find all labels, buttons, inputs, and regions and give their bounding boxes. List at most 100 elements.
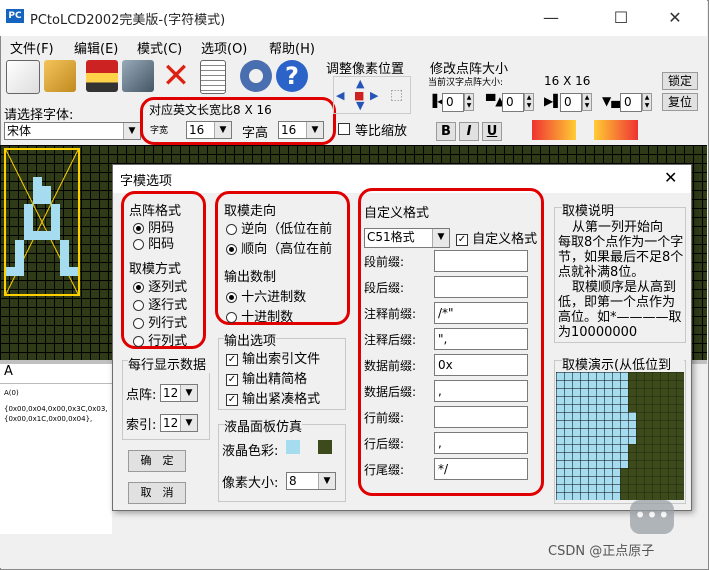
radio-dot [133, 282, 144, 293]
radio-label: 逐行式 [148, 298, 188, 313]
height-select-value: 16 [281, 123, 297, 137]
save-icon[interactable] [86, 60, 118, 92]
custom-field-label: 注释前缀: [364, 307, 417, 321]
arrow-right-icon[interactable]: ▶ [370, 89, 378, 102]
radio-positive[interactable]: 阳码 [133, 233, 174, 252]
app-icon: PC [6, 9, 24, 23]
italic-button[interactable]: I [459, 122, 479, 141]
radio-label: 逆向（低位在前 [241, 222, 333, 237]
right-stepper-spin[interactable]: ▲ ▼ [582, 93, 592, 111]
chevron-down-icon: ▼ [214, 122, 231, 138]
explain-title: 取模说明 [562, 200, 615, 219]
gear-icon[interactable] [240, 60, 272, 92]
radio-column-row[interactable]: 列行式 [133, 312, 187, 331]
chevron-down-icon: ▼ [123, 123, 140, 139]
font-select[interactable]: 宋体 ▼ [4, 122, 141, 140]
check-compact[interactable]: ✓ 输出紧凑格式 [226, 388, 342, 407]
menu-options[interactable]: 选项(O) [201, 38, 247, 57]
help-icon[interactable]: ? [276, 60, 308, 92]
custom-field-input[interactable]: /*" [434, 302, 528, 324]
arrow-down-icon[interactable]: ▼ [356, 99, 364, 112]
radio-label: 十进制数 [241, 310, 294, 325]
bottom-stepper-spin[interactable]: ▲ ▼ [642, 93, 652, 111]
left-stepper-spin[interactable]: ▲ ▼ [464, 93, 474, 111]
custom-field-input[interactable] [434, 406, 528, 428]
radio-forward[interactable]: 顺向（高位在前 [226, 238, 344, 257]
pixel-size-select[interactable]: 8 ▼ [286, 472, 336, 490]
lcd-light-color-swatch[interactable] [286, 440, 300, 454]
adjust-title: 调整像素位置 [326, 62, 405, 77]
open-folder-icon[interactable] [44, 60, 76, 92]
custom-field-input[interactable]: */ [434, 458, 528, 480]
output-text[interactable]: A(0) {0x00,0x04,0x00,0x3C,0x03, {0x00,0x… [0, 384, 112, 534]
height-select[interactable]: 16 ▼ [278, 121, 324, 139]
bold-button[interactable]: B [436, 122, 456, 141]
restore-button[interactable]: 复位 [662, 93, 698, 111]
current-size-value: 16 X 16 [544, 74, 591, 88]
ok-button[interactable]: 确 定 [128, 450, 186, 472]
rotate-icon[interactable] [532, 120, 576, 140]
radio-hex[interactable]: 十六进制数 [226, 286, 306, 305]
chevron-down-icon: ▼ [180, 415, 197, 431]
menu-edit[interactable]: 编辑(E) [74, 38, 118, 57]
custom-field-label: 注释后缀: [364, 333, 417, 347]
radio-column[interactable]: 逐列式 [133, 276, 187, 295]
maximize-button[interactable]: ☐ [598, 4, 644, 32]
number-format-title: 输出数制 [224, 270, 277, 285]
height-label: 字高 [242, 126, 269, 141]
check-simplified[interactable]: ✓ 输出精简格 [226, 368, 307, 387]
left-stepper-input[interactable]: 0 [442, 93, 464, 112]
custom-field-input[interactable] [434, 276, 528, 298]
adjust-arrows: ▲ ◀ ■ ▶ ▼ ⬚ [333, 76, 411, 114]
format-select[interactable]: C51格式 ▼ [364, 228, 450, 248]
checkbox-label: 输出精简格 [242, 372, 308, 387]
custom-format-checkbox[interactable]: ✓ 自定义格式 [456, 228, 540, 247]
document-icon[interactable] [200, 60, 226, 94]
check-index-file[interactable]: ✓ 输出索引文件 [226, 348, 320, 367]
per-line-title: 每行显示数据 [128, 354, 210, 373]
lock-button[interactable]: 锁定 [662, 72, 698, 90]
custom-field-input[interactable]: 0x [434, 354, 528, 376]
custom-field-input[interactable]: ", [434, 328, 528, 350]
dialog-close-button[interactable]: ✕ [664, 168, 677, 187]
arrow-left-icon[interactable]: ◀ [336, 89, 344, 102]
radio-row-column[interactable]: 行列式 [133, 330, 187, 349]
top-stepper-input[interactable]: 0 [502, 93, 524, 112]
pixel-size-label: 像素大小: [222, 476, 279, 491]
underline-button[interactable]: U [482, 122, 502, 141]
right-stepper-input[interactable]: 0 [560, 93, 582, 112]
dots-per-line-select[interactable]: 12 ▼ [160, 384, 198, 402]
index-per-line-select[interactable]: 12 ▼ [160, 414, 198, 432]
lcd-dark-color-swatch[interactable] [318, 440, 332, 454]
menu-help[interactable]: 帮助(H) [269, 38, 315, 57]
bottom-stepper-input[interactable]: 0 [620, 93, 642, 112]
menu-file[interactable]: 文件(F) [10, 38, 54, 57]
radio-row[interactable]: 逐行式 [133, 294, 187, 313]
lcd-color-label: 液晶色彩: [222, 444, 279, 459]
radio-label: 阳码 [148, 237, 175, 252]
radio-dot [133, 318, 144, 329]
custom-field-input[interactable] [434, 250, 528, 272]
explain-line: 为10000000 [558, 325, 638, 340]
minimize-button[interactable]: — [528, 4, 574, 32]
char-input[interactable]: A [0, 364, 112, 384]
window-title: PCtoLCD2002完美版-(字符模式) [30, 13, 226, 28]
proportional-checkbox[interactable] [338, 121, 350, 136]
mirror-icon[interactable] [594, 120, 638, 140]
close-button[interactable]: ✕ [652, 4, 698, 32]
en-ratio-label: 对应英文长宽比8 X 16 [149, 103, 272, 117]
settings-icon[interactable] [122, 60, 154, 92]
checkbox-label: 自定义格式 [472, 232, 538, 247]
new-file-icon[interactable] [6, 60, 40, 94]
top-stepper-spin[interactable]: ▲ ▼ [524, 93, 534, 111]
radio-reverse[interactable]: 逆向（低位在前 [226, 218, 344, 237]
custom-field-input[interactable]: , [434, 380, 528, 402]
menu-mode[interactable]: 模式(C) [137, 38, 182, 57]
width-select[interactable]: 16 ▼ [186, 121, 232, 139]
delete-icon[interactable]: ✕ [160, 59, 192, 93]
radio-decimal[interactable]: 十进制数 [226, 306, 293, 325]
custom-field-input[interactable]: , [434, 432, 528, 454]
dotted-square-icon[interactable]: ⬚ [390, 87, 403, 103]
cancel-button[interactable]: 取 消 [128, 482, 186, 504]
char-preview-frame [4, 148, 80, 296]
